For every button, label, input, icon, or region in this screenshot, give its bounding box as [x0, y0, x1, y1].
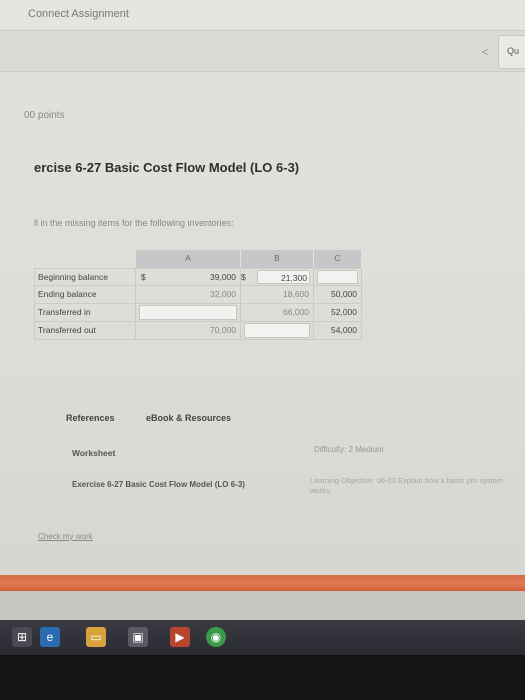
edge-icon[interactable]: e	[40, 627, 60, 647]
references-tab[interactable]: References	[66, 413, 115, 423]
table-header-row: A B C	[34, 250, 362, 268]
cell-a	[136, 304, 241, 322]
cell-value: 66,000	[283, 307, 309, 317]
screen: Connect Assignment < Qu 00 points ercise…	[0, 0, 525, 620]
instructions: ll in the missing items for the followin…	[34, 218, 234, 228]
cell-value: 52,000	[331, 307, 357, 317]
answer-input-b1[interactable]: 21,300	[257, 270, 310, 284]
table-row: Beginning balance $ 39,000 $ 21,300	[34, 268, 362, 286]
chrome-icon[interactable]: ◉	[206, 627, 226, 647]
answer-input-c1[interactable]	[317, 270, 358, 284]
app-header: Connect Assignment	[0, 0, 525, 30]
media-icon[interactable]: ▶	[170, 627, 190, 647]
prev-question-button[interactable]: <	[474, 41, 496, 63]
question-nav-bar: < Qu	[0, 30, 525, 72]
cell-value: 39,000	[210, 272, 236, 282]
cell-c: 50,000	[314, 286, 362, 304]
cell-b: 66,000	[241, 304, 314, 322]
cell-c: 54,000	[314, 322, 362, 340]
header-blank	[34, 250, 136, 268]
cell-value: 32,000	[210, 289, 236, 299]
windows-icon[interactable]: ⊞	[12, 627, 32, 647]
cell-b: $ 21,300	[241, 268, 314, 286]
cell-value: 21,300	[281, 273, 307, 283]
row-label: Ending balance	[34, 286, 136, 304]
app-title: Connect Assignment	[28, 8, 129, 20]
difficulty-label: Difficulty: 2 Medium	[314, 445, 384, 454]
table-row: Transferred out 70,000 54,000	[34, 322, 362, 340]
currency-symbol: $	[141, 272, 146, 282]
cell-b: 18,600	[241, 286, 314, 304]
learning-objective: Learning Objective: 06-03 Explain how a …	[310, 476, 504, 495]
cell-c	[314, 268, 362, 286]
store-icon[interactable]: ▣	[128, 627, 148, 647]
cell-a: 70,000	[136, 322, 241, 340]
worksheet-label: Worksheet	[72, 448, 116, 458]
check-my-work-link[interactable]: Check my work	[38, 532, 93, 541]
file-explorer-icon[interactable]: ▭	[86, 627, 106, 647]
cell-b	[241, 322, 314, 340]
taskbar: ⊞ e ▭ ▣ ▶ ◉	[0, 620, 525, 655]
currency-symbol: $	[241, 272, 246, 282]
cell-value: 54,000	[331, 325, 357, 335]
cell-a: $ 39,000	[136, 268, 241, 286]
row-label: Transferred out	[34, 322, 136, 340]
exercise-reference: Exercise 6-27 Basic Cost Flow Model (LO …	[72, 480, 245, 489]
answer-input-b4[interactable]	[244, 323, 310, 338]
cell-c: 52,000	[314, 304, 362, 322]
cell-value: 50,000	[331, 289, 357, 299]
row-label: Beginning balance	[34, 268, 136, 286]
monitor-bezel	[0, 655, 525, 700]
table-row: Ending balance 32,000 18,600 50,000	[34, 286, 362, 304]
next-question-button[interactable]: Qu	[498, 35, 525, 69]
page-title: ercise 6-27 Basic Cost Flow Model (LO 6-…	[34, 160, 300, 175]
row-label: Transferred in	[34, 304, 136, 322]
column-header-b: B	[241, 250, 314, 268]
footer-band	[0, 575, 525, 591]
answer-input-a3[interactable]	[139, 305, 237, 320]
column-header-c: C	[314, 250, 362, 268]
table-row: Transferred in 66,000 52,000	[34, 304, 362, 322]
cell-value: 70,000	[210, 325, 236, 335]
inventory-table: A B C Beginning balance $ 39,000 $ 21,30…	[34, 250, 362, 340]
points-label: 00 points	[24, 110, 65, 121]
footer-area	[0, 591, 525, 620]
ebook-resources-tab[interactable]: eBook & Resources	[146, 413, 231, 423]
column-header-a: A	[136, 250, 241, 268]
cell-value: 18,600	[283, 289, 309, 299]
cell-a: 32,000	[136, 286, 241, 304]
